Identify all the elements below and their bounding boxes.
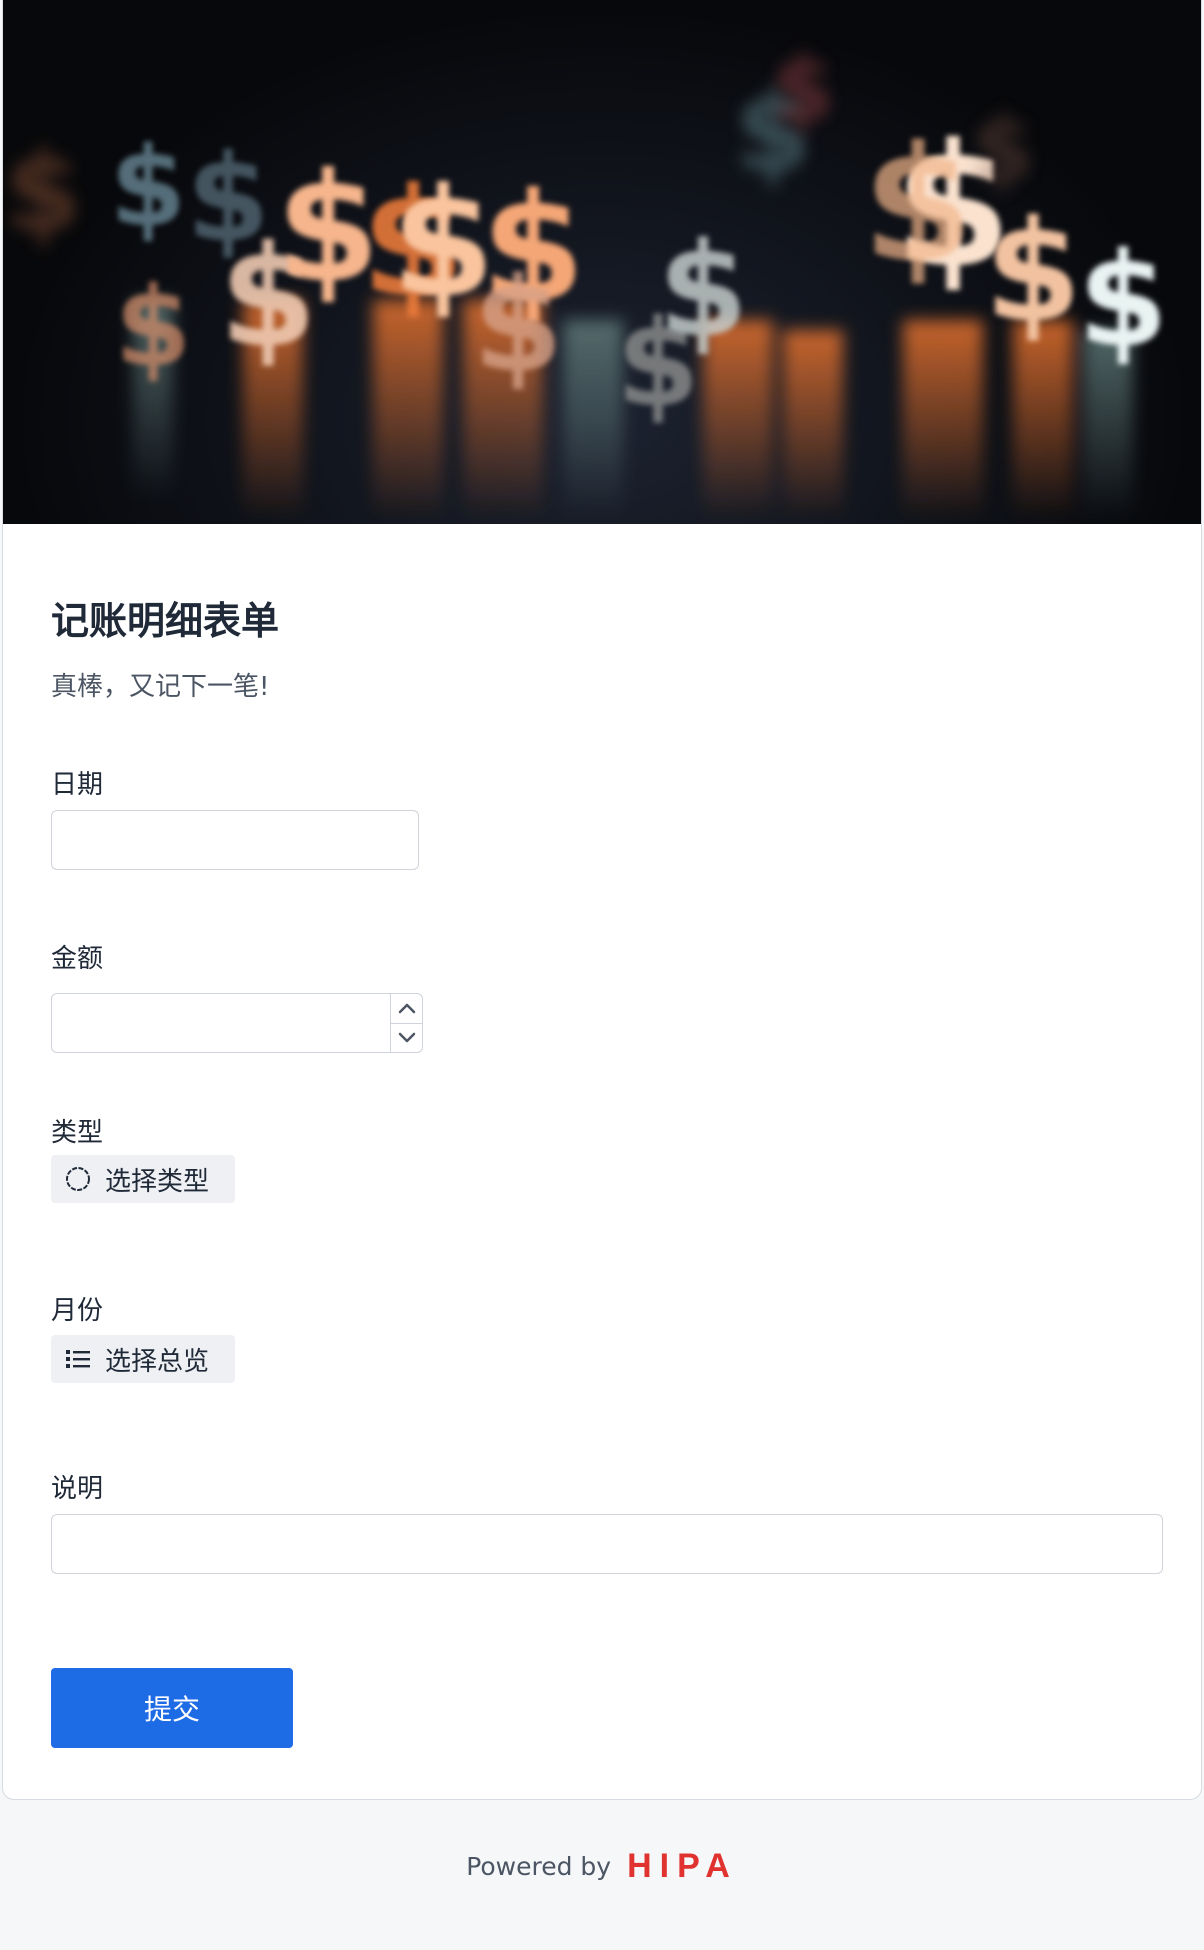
note-input[interactable] bbox=[51, 1514, 1163, 1574]
hipa-logo[interactable]: HIPA bbox=[627, 1847, 738, 1886]
amount-label: 金额 bbox=[51, 944, 104, 974]
svg-text:$: $ bbox=[5, 128, 82, 256]
list-icon bbox=[63, 1344, 93, 1374]
type-label: 类型 bbox=[51, 1118, 104, 1148]
month-label: 月份 bbox=[51, 1296, 104, 1326]
decrement-button[interactable] bbox=[391, 1022, 422, 1053]
svg-text:$: $ bbox=[658, 214, 748, 366]
svg-text:$: $ bbox=[972, 97, 1035, 202]
submit-button[interactable]: 提交 bbox=[51, 1668, 293, 1748]
increment-button[interactable] bbox=[391, 994, 422, 1023]
powered-by-text: Powered by bbox=[466, 1851, 612, 1881]
svg-text:$: $ bbox=[1078, 224, 1168, 376]
circle-select-icon bbox=[63, 1164, 93, 1194]
header-banner-image: $ $ $ $ $ $ $ $ $ $ $ $ $ $ $ $ $ $ $ bbox=[3, 0, 1201, 524]
select-overview-label: 选择总览 bbox=[105, 1346, 210, 1377]
svg-text:$: $ bbox=[115, 263, 192, 391]
form-subtitle: 真棒，又记下一笔! bbox=[51, 672, 270, 702]
footer: Powered by HIPA bbox=[0, 1840, 1204, 1892]
svg-text:$: $ bbox=[862, 111, 973, 298]
svg-text:$: $ bbox=[473, 249, 563, 401]
select-type-button[interactable]: 选择类型 bbox=[51, 1155, 235, 1203]
select-overview-button[interactable]: 选择总览 bbox=[51, 1335, 235, 1383]
dollar-signs-image: $ $ $ $ $ $ $ $ $ $ $ $ $ $ $ $ $ $ $ bbox=[5, 37, 1168, 520]
svg-text:$: $ bbox=[772, 37, 835, 142]
form-card: $ $ $ $ $ $ $ $ $ $ $ $ $ $ $ $ $ $ $ 记账… bbox=[2, 0, 1202, 1800]
note-label: 说明 bbox=[51, 1474, 104, 1504]
form-title: 记账明细表单 bbox=[51, 599, 280, 643]
amount-input[interactable] bbox=[52, 994, 390, 1052]
select-type-label: 选择类型 bbox=[105, 1166, 210, 1197]
chevron-down-icon bbox=[398, 1032, 415, 1042]
chevron-up-icon bbox=[398, 1004, 415, 1014]
amount-stepper bbox=[390, 994, 422, 1052]
svg-text:$: $ bbox=[110, 123, 187, 251]
date-input[interactable] bbox=[51, 810, 419, 870]
amount-field bbox=[51, 993, 423, 1053]
date-label: 日期 bbox=[51, 770, 104, 800]
svg-text:$: $ bbox=[984, 191, 1081, 354]
